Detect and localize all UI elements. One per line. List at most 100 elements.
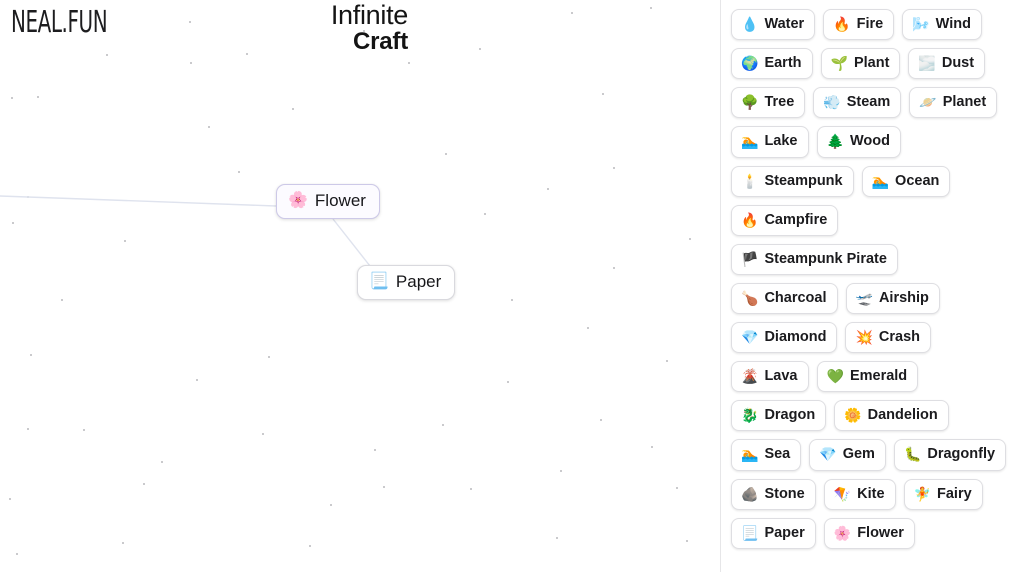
poultry-leg-icon: 🍗	[741, 289, 759, 306]
element-item-steampunk[interactable]: 🕯️ Steampunk	[731, 165, 854, 197]
swimmer-icon: 🏊	[871, 172, 890, 189]
wind-face-icon: 🌬️	[912, 16, 930, 33]
page-title: Infinite Craft	[331, 2, 408, 54]
element-item-airship[interactable]: 🛫 Airship	[845, 282, 940, 314]
rock-icon: 🪨	[741, 485, 759, 502]
element-item-charcoal[interactable]: 🍗 Charcoal	[731, 282, 838, 314]
infinite-craft-app: 🌸 Flower 📃 Paper NEAL.FUN Infinite Craft 💧 W…	[0, 0, 1024, 572]
element-item-crash[interactable]: 💥 Crash	[845, 322, 932, 354]
background-dot	[16, 553, 18, 555]
background-dot	[650, 7, 652, 9]
background-dot	[83, 429, 85, 431]
background-dot	[511, 299, 513, 301]
canvas-node[interactable]: 📃 Paper	[357, 265, 456, 300]
background-dot	[666, 360, 668, 362]
element-item-wood[interactable]: 🌲 Wood	[816, 126, 901, 158]
background-dot	[11, 97, 13, 99]
background-dot	[122, 542, 124, 544]
element-item-planet[interactable]: 🪐 Planet	[909, 87, 998, 119]
element-item-emerald[interactable]: 💚 Emerald	[816, 361, 919, 393]
element-item-paper[interactable]: 📃 Paper	[731, 517, 816, 549]
water-drop-icon: 💧	[741, 16, 759, 33]
background-dot	[484, 213, 486, 215]
blossom-icon: 🌼	[844, 407, 862, 424]
element-item-earth[interactable]: 🌍 Earth	[731, 48, 813, 80]
background-dot	[106, 54, 108, 56]
element-item-steampunk-pirate[interactable]: 🏴 Steampunk Pirate	[731, 243, 898, 275]
background-dot	[30, 354, 32, 356]
element-item-label: Charcoal	[764, 289, 827, 306]
element-item-label: Diamond	[764, 329, 827, 345]
airplane-departure-icon: 🛫	[855, 289, 873, 306]
background-dot	[442, 424, 444, 426]
background-dot	[246, 53, 248, 55]
element-item-tree[interactable]: 🌳 Tree	[731, 87, 806, 119]
element-item-label: Wind	[935, 16, 971, 32]
element-item-diamond[interactable]: 💎 Diamond	[731, 322, 838, 354]
element-item-flower[interactable]: 🌸 Flower	[823, 517, 915, 549]
element-item-sea[interactable]: 🏊 Sea	[731, 439, 802, 471]
element-item-ocean[interactable]: 🏊 Ocean	[861, 165, 951, 197]
element-item-lava[interactable]: 🌋 Lava	[731, 361, 809, 393]
background-dot	[196, 379, 198, 381]
element-item-water[interactable]: 💧 Water	[731, 9, 816, 41]
element-item-wind[interactable]: 🌬️ Wind	[902, 9, 982, 41]
page-title-line-1: Infinite	[330, 0, 408, 30]
background-dot	[208, 126, 210, 128]
element-item-label: Dust	[941, 55, 975, 72]
collision-icon: 💥	[855, 329, 873, 346]
element-item-label: Fairy	[937, 485, 972, 502]
background-dot	[189, 21, 191, 23]
element-item-dragon[interactable]: 🐉 Dragon	[731, 400, 827, 432]
element-item-label: Plant	[853, 55, 890, 72]
element-item-label: Dandelion	[867, 407, 938, 424]
seedling-icon: 🌱	[830, 55, 848, 72]
element-item-campfire[interactable]: 🔥 Campfire	[731, 204, 839, 236]
element-item-dust[interactable]: 🌫️ Dust	[908, 48, 986, 80]
background-dot	[292, 108, 294, 110]
element-item-label: Steam	[846, 94, 891, 111]
kite-icon: 🪁	[833, 485, 852, 502]
background-dot	[161, 461, 163, 463]
element-item-lake[interactable]: 🏊 Lake	[731, 126, 809, 158]
background-dot	[374, 449, 376, 451]
element-item-label: Emerald	[849, 368, 908, 385]
element-item-label: Lake	[764, 133, 798, 150]
element-item-dandelion[interactable]: 🌼 Dandelion	[834, 400, 949, 432]
element-item-plant[interactable]: 🌱 Plant	[820, 48, 901, 80]
element-item-label: Dragon	[764, 407, 816, 424]
neal-fun-logo[interactable]: NEAL.FUN	[11, 5, 108, 40]
element-item-steam[interactable]: 💨 Steam	[813, 87, 902, 119]
background-dot	[330, 504, 332, 506]
background-dot	[507, 381, 509, 383]
element-item-label: Flower	[857, 524, 904, 541]
element-item-dragonfly[interactable]: 🐛 Dragonfly	[893, 439, 1007, 471]
background-dot	[651, 446, 653, 448]
background-dot	[309, 545, 311, 547]
element-item-fairy[interactable]: 🧚 Fairy	[903, 478, 983, 510]
element-item-gem[interactable]: 💎 Gem	[809, 439, 886, 471]
paper-icon: 📃	[741, 524, 759, 541]
element-item-stone[interactable]: 🪨 Stone	[731, 478, 816, 510]
element-list: 💧 Water 🔥 Fire 🌬️ Wind 🌍 Earth 🌱 Plant 🌫️ Dust 🌳 Tree…	[731, 9, 1012, 549]
background-dot	[686, 540, 688, 542]
element-item-label: Ocean	[895, 172, 940, 189]
element-sidebar[interactable]: 💧 Water 🔥 Fire 🌬️ Wind 🌍 Earth 🌱 Plant 🌫️ Dust 🌳 Tree…	[721, 0, 1024, 572]
element-item-label: Crash	[878, 329, 921, 345]
volcano-icon: 🌋	[741, 368, 759, 385]
background-dot	[613, 167, 615, 169]
crafting-canvas[interactable]: 🌸 Flower 📃 Paper NEAL.FUN Infinite Craft	[0, 0, 721, 572]
element-item-label: Kite	[857, 485, 885, 502]
background-dot	[262, 433, 264, 435]
canvas-node-label: Flower	[314, 191, 366, 210]
background-dot	[27, 428, 29, 430]
background-dot	[613, 267, 615, 269]
canvas-node[interactable]: 🌸 Flower	[276, 184, 380, 219]
swimmer-icon: 🏊	[741, 446, 759, 463]
canvas-node-label: Paper	[395, 272, 442, 291]
element-item-fire[interactable]: 🔥 Fire	[823, 9, 895, 41]
dragon-icon: 🐉	[741, 407, 759, 424]
element-item-label: Airship	[878, 289, 929, 306]
element-item-label: Lava	[764, 368, 798, 385]
element-item-kite[interactable]: 🪁 Kite	[823, 478, 896, 510]
